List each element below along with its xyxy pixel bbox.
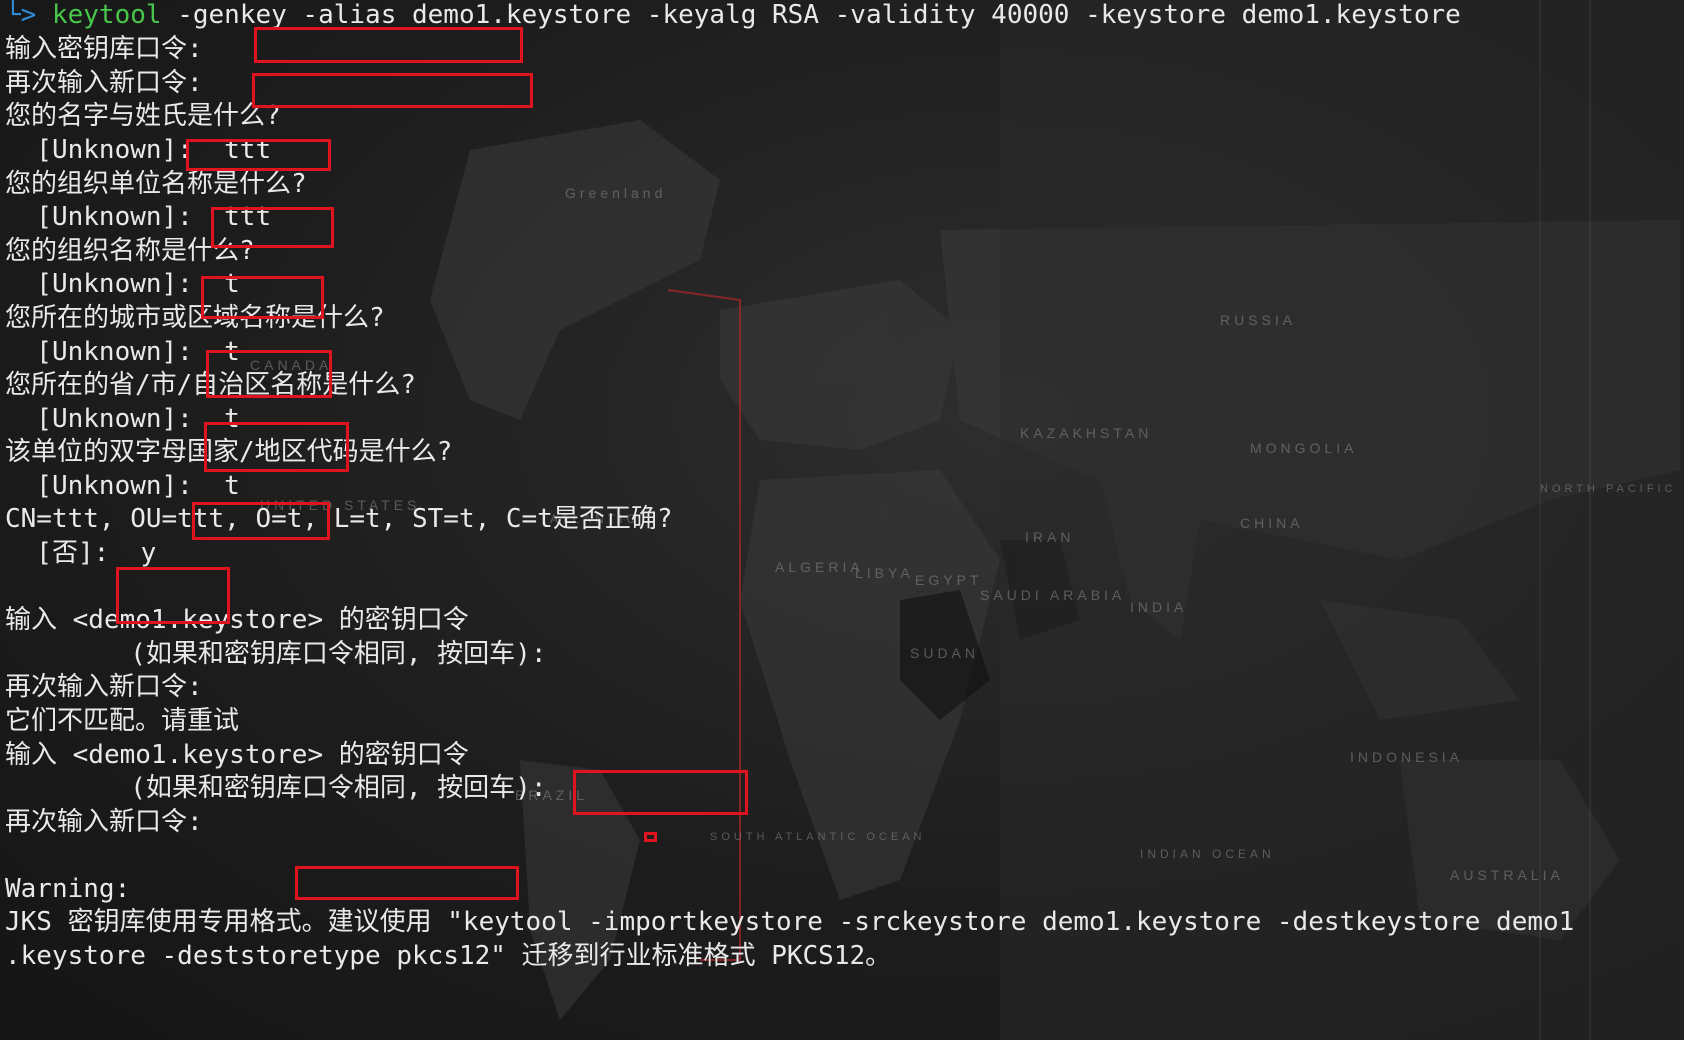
redaction-box-keystore-password (254, 27, 523, 63)
highlight-box-province (204, 422, 349, 472)
command-args: -genkey -alias demo1.keystore -keyalg RS… (161, 0, 1461, 30)
output-line: [Unknown]: t (5, 471, 240, 501)
output-line: 它们不匹配。请重试 (5, 706, 240, 736)
output-line: 输入 <demo1.keystore> 的密钥口令 (5, 740, 469, 770)
map-label: LIBYA (855, 565, 914, 581)
output-line: 您所在的城市或区域名称是什么? (5, 303, 385, 333)
map-label: EGYPT (915, 572, 982, 588)
output-line: [否]: y (5, 538, 157, 568)
redaction-box-confirm-password (252, 73, 533, 108)
output-line: 输入 <demo1.keystore> 的密钥口令 (5, 605, 469, 635)
cursor-marker (644, 832, 657, 842)
map-label: AUSTRALIA (1450, 867, 1564, 883)
highlight-box-org (201, 276, 324, 319)
output-line: 您的名字与姓氏是什么? (5, 101, 281, 131)
redaction-box-confirm-key-password (295, 866, 519, 900)
prompt-arrow-icon: └> (5, 0, 37, 30)
terminal-window[interactable]: Greenland CANADA UNITED STATES RUSSIA KA… (0, 0, 1684, 1040)
output-line: .keystore -deststoretype pkcs12" 迁移到行业标准… (5, 941, 892, 971)
map-label: KAZAKHSTAN (1020, 425, 1152, 441)
map-label: SAUDI ARABIA (980, 587, 1125, 603)
output-line: 再次输入新口令: (5, 672, 203, 702)
output-line: JKS 密钥库使用专用格式。建议使用 "keytool -importkeyst… (5, 907, 1575, 937)
map-label: NORTH PACIFIC OCEAN (1540, 483, 1684, 495)
map-label: INDIAN OCEAN (1140, 847, 1275, 861)
map-label: SUDAN (910, 645, 979, 661)
output-line: (如果和密钥库口令相同, 按回车): (5, 773, 547, 803)
output-line: CN=ttt, OU=ttt, O=t, L=t, ST=t, C=t是否正确? (5, 504, 673, 534)
map-label: MONGOLIA (1250, 440, 1357, 456)
map-label: INDONESIA (1350, 749, 1463, 765)
map-label: Greenland (565, 185, 666, 201)
map-label: ALGERIA (775, 559, 864, 575)
redaction-box-key-password (573, 770, 748, 815)
command-name: keytool (51, 0, 162, 30)
highlight-box-confirm (116, 567, 230, 624)
command-line: └> keytool -genkey -alias demo1.keystore… (5, 0, 1461, 33)
highlight-box-org-unit (211, 207, 334, 248)
map-label: SOUTH ATLANTIC OCEAN (710, 831, 925, 843)
output-line: (如果和密钥库口令相同, 按回车): (5, 639, 547, 669)
highlight-box-city (206, 350, 332, 398)
output-line: 再次输入新口令: (5, 807, 203, 837)
output-line: [Unknown]: t (5, 337, 240, 367)
output-line: 您的组织单位名称是什么? (5, 169, 307, 199)
map-label: CHINA (1240, 515, 1304, 531)
map-label: RUSSIA (1220, 312, 1296, 328)
highlight-box-country (192, 502, 330, 540)
highlight-box-name (186, 139, 331, 171)
output-line: 输入密钥库口令: (5, 34, 203, 64)
output-line: Warning: (5, 874, 131, 904)
map-label: IRAN (1025, 529, 1074, 545)
map-label: INDIA (1130, 599, 1187, 615)
output-line: 再次输入新口令: (5, 68, 203, 98)
